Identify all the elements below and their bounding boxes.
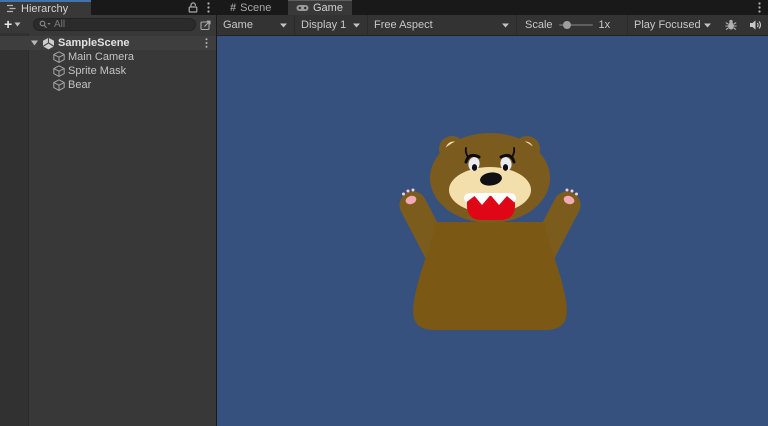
open-search-window-icon[interactable] [198, 17, 213, 32]
game-toolbar: Game Display 1 Free Aspect Scale 1x Play… [217, 15, 768, 36]
hierarchy-tabbar: Hierarchy [0, 0, 216, 15]
hierarchy-tab-label: Hierarchy [21, 2, 69, 15]
hierarchy-panel: Hierarchy + All SampleScene Main Camera … [0, 0, 216, 426]
item-label: Sprite Mask [68, 65, 127, 77]
chevron-down-icon [14, 22, 21, 26]
chevron-down-icon [280, 23, 287, 27]
scene-grid-icon: # [230, 1, 237, 14]
hierarchy-menu-kebab-icon[interactable] [207, 2, 210, 13]
hierarchy-item-main-camera[interactable]: Main Camera [0, 50, 216, 64]
tab-hierarchy[interactable]: Hierarchy [0, 0, 91, 15]
scale-slider[interactable] [558, 21, 593, 29]
foldout-expanded-icon[interactable] [30, 39, 39, 47]
hierarchy-toolbar: + [0, 15, 216, 33]
game-menu-kebab-icon[interactable] [758, 2, 761, 13]
add-gameobject-button[interactable]: + [4, 15, 21, 33]
speaker-icon [749, 19, 762, 31]
scale-label: Scale [525, 19, 553, 31]
unity-editor-window: Hierarchy + All SampleScene Main Camera … [0, 0, 768, 426]
play-focused-label: Play Focused [634, 19, 701, 31]
tab-game[interactable]: Game [288, 0, 352, 15]
game-viewport[interactable] [217, 36, 768, 426]
game-panel: # Scene Game Game Display 1 Free Aspect … [217, 0, 768, 426]
item-label: Main Camera [68, 51, 135, 63]
search-icon [39, 20, 51, 29]
chevron-down-icon [502, 23, 509, 27]
aspect-ratio-dropdown[interactable]: Free Aspect [368, 15, 517, 35]
unlock-icon[interactable] [188, 2, 198, 13]
scale-control: Scale 1x [517, 15, 628, 35]
gameobject-cube-icon [53, 79, 65, 91]
game-tab-label: Game [313, 2, 343, 14]
unity-scene-icon [42, 37, 55, 50]
gameobject-cube-icon [53, 51, 65, 63]
hierarchy-item-sprite-mask[interactable]: Sprite Mask [0, 64, 216, 78]
chevron-down-icon [704, 23, 711, 27]
tab-scene[interactable]: # Scene [222, 0, 286, 15]
scene-row-samplescene[interactable]: SampleScene [0, 36, 216, 50]
plus-icon: + [4, 16, 13, 32]
chevron-down-icon [353, 23, 360, 27]
game-mode-dropdown[interactable]: Game [217, 15, 295, 35]
scene-tab-label: Scene [240, 1, 272, 14]
scale-value: 1x [598, 19, 611, 31]
aspect-label: Free Aspect [374, 19, 433, 31]
scene-name: SampleScene [58, 37, 130, 49]
gamepad-icon [296, 4, 309, 12]
play-focused-dropdown[interactable]: Play Focused [628, 15, 718, 35]
bug-icon [724, 18, 738, 32]
bear-sprite [399, 133, 581, 330]
debug-button[interactable] [718, 15, 743, 35]
item-label: Bear [68, 79, 92, 91]
hierarchy-tree: SampleScene Main Camera Sprite Mask Bear [0, 36, 216, 92]
gameobject-cube-icon [53, 65, 65, 77]
slider-handle[interactable] [562, 21, 571, 29]
mute-audio-button[interactable] [743, 15, 768, 35]
search-input[interactable] [54, 19, 174, 30]
scene-options-kebab-icon[interactable] [205, 38, 208, 48]
game-tabbar: # Scene Game [217, 0, 768, 15]
display-dropdown[interactable]: Display 1 [295, 15, 368, 35]
hierarchy-search-field[interactable] [33, 18, 196, 31]
display-label: Display 1 [301, 19, 347, 31]
hierarchy-item-bear[interactable]: Bear [0, 78, 216, 92]
game-mode-label: Game [223, 19, 253, 31]
hierarchy-icon [6, 4, 17, 13]
